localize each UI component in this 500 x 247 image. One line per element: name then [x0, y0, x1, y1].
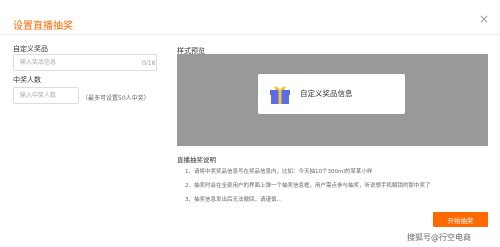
close-icon[interactable]: ×	[479, 13, 489, 25]
gift-icon	[270, 86, 290, 104]
instruction-item: 2、抽奖时会在全部用户的界面上弹一个抽奖信息框，用户需点参与抽奖，听说想手机解锁…	[185, 183, 431, 189]
prize-input[interactable]	[13, 54, 157, 71]
prize-label: 自定义奖品	[13, 45, 48, 53]
lottery-settings-dialog: 设置直播抽奖 × 自定义奖品 0/16 中奖人数 （最多可设置50人中奖） 样式…	[0, 0, 500, 247]
winners-label: 中奖人数	[13, 76, 41, 84]
instructions-title: 直播抽奖说明	[177, 156, 216, 164]
preview-area: 自定义奖品信息	[177, 54, 488, 146]
watermark: 搜狐号@行空电商	[407, 233, 471, 242]
prize-char-counter: 0/16	[142, 60, 156, 67]
preview-card: 自定义奖品信息	[258, 74, 405, 114]
start-lottery-button[interactable]: 开始抽奖	[433, 212, 488, 227]
preview-card-text: 自定义奖品信息	[300, 89, 353, 98]
dialog-title: 设置直播抽奖	[13, 21, 73, 32]
instruction-item: 1、请将中奖奖品信息写在奖品信息内，比如：今天抽10个300ml的某某小样	[185, 169, 373, 175]
winners-hint: （最多可设置50人中奖）	[82, 95, 150, 102]
winners-input[interactable]	[13, 87, 79, 104]
header-divider	[0, 34, 500, 35]
instruction-item: 3、抽奖信息发出后无法撤回，请谨慎...	[185, 197, 282, 203]
